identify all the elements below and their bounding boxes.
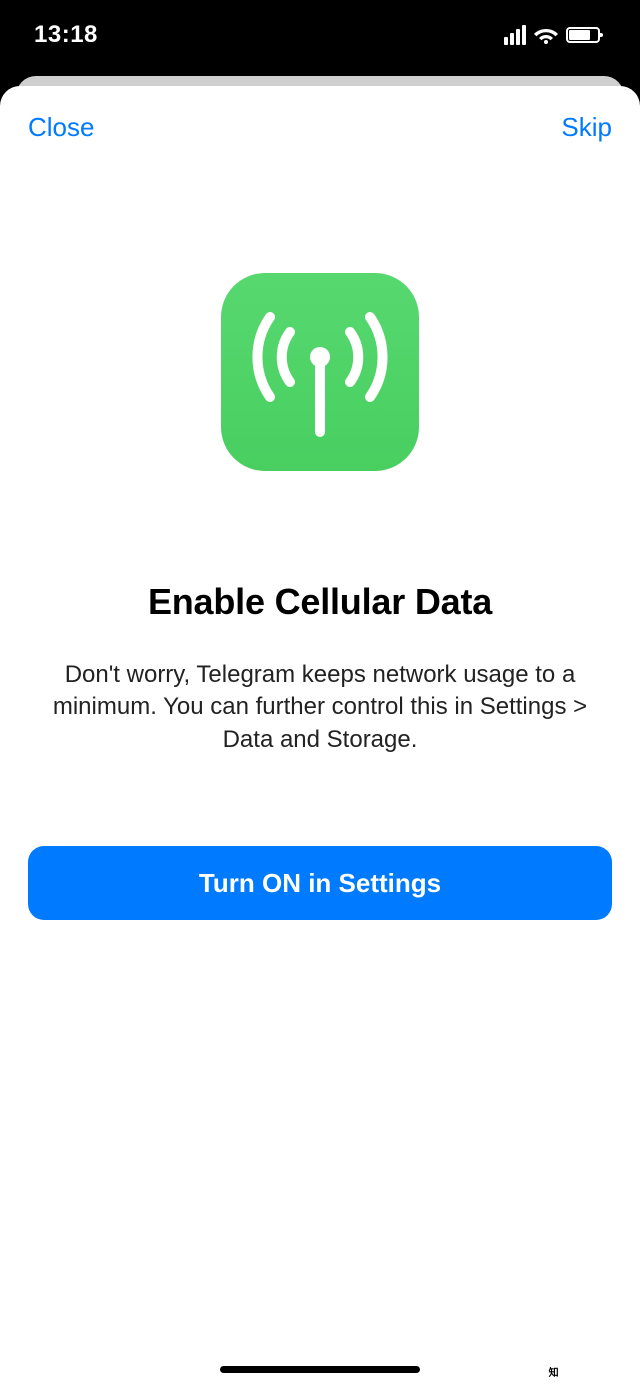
status-bar: 13:18 <box>0 0 640 70</box>
battery-icon <box>566 27 600 43</box>
page-title: Enable Cellular Data <box>148 581 492 623</box>
watermark: 知 @zxc8711 <box>547 1363 630 1379</box>
skip-button[interactable]: Skip <box>561 112 612 143</box>
modal-sheet: Close Skip Enable Cellular Data Don't wo… <box>0 86 640 1385</box>
sheet-header: Close Skip <box>0 86 640 143</box>
status-time: 13:18 <box>34 21 98 49</box>
page-description: Don't worry, Telegram keeps network usag… <box>40 659 600 756</box>
status-indicators <box>504 25 600 45</box>
cellular-signal-icon <box>504 25 526 45</box>
close-button[interactable]: Close <box>28 112 94 143</box>
watermark-text: @zxc8711 <box>565 1363 630 1379</box>
turn-on-in-settings-button[interactable]: Turn ON in Settings <box>28 846 612 920</box>
wifi-icon <box>534 26 558 44</box>
home-indicator[interactable] <box>220 1366 420 1373</box>
zhihu-logo-icon: 知 <box>547 1364 561 1378</box>
cellular-antenna-icon <box>221 273 419 471</box>
sheet-content: Enable Cellular Data Don't worry, Telegr… <box>0 143 640 1385</box>
